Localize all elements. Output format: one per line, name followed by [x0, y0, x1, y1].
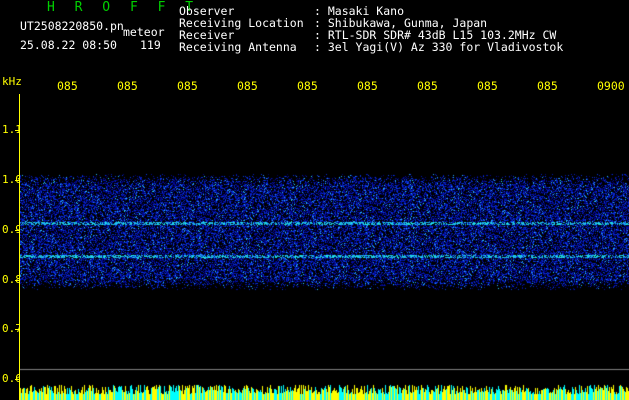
- time-tick-label: 085: [297, 79, 318, 93]
- meta-value: : 3el Yagi(V) Az 330 for Vladivostok: [314, 40, 564, 54]
- time-tick-label: 085: [177, 79, 198, 93]
- time-tick-label: 085: [477, 79, 498, 93]
- time-tick-label: 085: [237, 79, 258, 93]
- meteor-count: 119: [140, 38, 161, 52]
- time-tick-label: 085: [537, 79, 558, 93]
- brand-title: H R O F F T: [47, 0, 200, 15]
- time-tick-label: 085: [117, 79, 138, 93]
- time-tick-label: 0900: [597, 79, 625, 93]
- meta-key: Receiving Antenna: [179, 40, 297, 54]
- station-metadata: Observer: Masaki Kano Receiving Location…: [179, 5, 563, 53]
- time-tick-label: 085: [357, 79, 378, 93]
- meteor-label: meteor: [123, 25, 165, 39]
- meta-row-antenna: Receiving Antenna : 3el Yagi(V) Az 330 fo…: [179, 41, 563, 53]
- time-axis: 085 085 085 085 085 085 085 085 085 0900: [0, 80, 629, 94]
- timestamp-label: 25.08.22 08:50: [20, 38, 117, 52]
- spectrogram-waterfall: [20, 95, 629, 400]
- filename-label: UT2508220850.pn: [20, 19, 124, 33]
- time-tick-label: 085: [417, 79, 438, 93]
- time-tick-label: 085: [57, 79, 78, 93]
